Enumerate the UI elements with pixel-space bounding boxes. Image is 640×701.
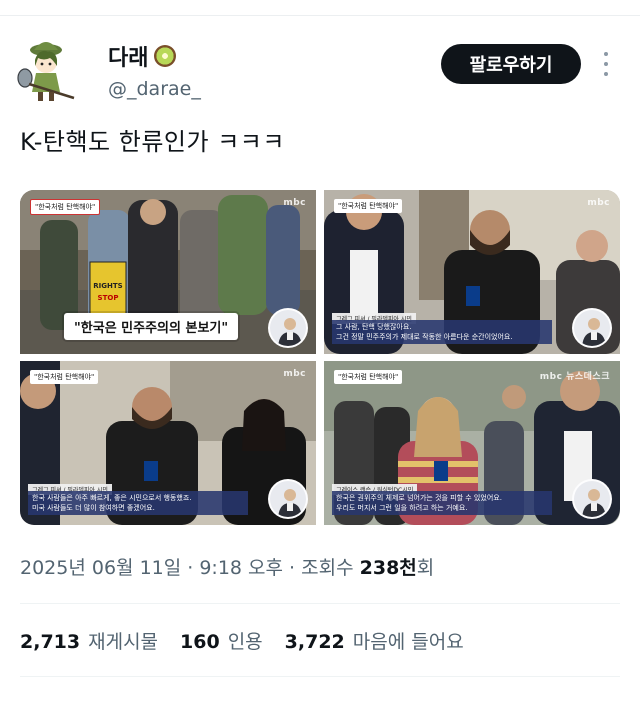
- mbc-logo: mbc 뉴스데스크: [539, 372, 610, 382]
- kiwi-emoji-icon: [154, 45, 177, 67]
- likes-label: 마음에 들어요: [352, 631, 464, 653]
- display-name[interactable]: 다래: [108, 40, 201, 72]
- more-dot: [604, 62, 608, 66]
- top-divider: [0, 15, 640, 16]
- avatar[interactable]: [16, 36, 80, 106]
- user-handle[interactable]: @_darae_: [108, 78, 201, 100]
- signer-icon: [572, 308, 612, 348]
- likes-stat[interactable]: 3,722 마음에 들어요: [285, 627, 464, 654]
- mbc-logo: mbc: [587, 198, 610, 208]
- display-name-text[interactable]: 다래: [108, 40, 148, 72]
- divider: [20, 676, 620, 677]
- more-options-icon[interactable]: [600, 52, 612, 76]
- subtitle-line: 미국 사람들도 더 많이 참여하면 좋겠어요.: [32, 504, 155, 512]
- subtitle-line: 그 사람, 탄핵 당했잖아요.: [336, 323, 412, 331]
- signer-icon: [572, 479, 612, 519]
- likes-count: 3,722: [284, 631, 345, 653]
- tweet-header: 다래 @_darae_ 팔로우하기: [16, 36, 624, 106]
- quotes-count: 160: [180, 631, 220, 653]
- retweets-stat[interactable]: 2,713 재게시물: [20, 627, 158, 654]
- news-tag: "한국처럼 탄핵해야": [30, 370, 99, 384]
- tweet-timestamp[interactable]: 2025년 06월 11일 · 9:18 오후 · 조회수 238천회: [20, 553, 434, 580]
- subtitle-line: 우리도 머지서 그런 일을 하려고 하는 거예요.: [336, 504, 468, 512]
- datetime-text[interactable]: 2025년 06월 11일 · 9:18 오후 · 조회수: [20, 557, 354, 579]
- mbc-logo: mbc: [283, 369, 306, 379]
- signer-icon: [268, 308, 308, 348]
- media-photo-1[interactable]: RIGHTS STOP "한국처럼 탄핵해야" mbc "한국은 민주주의의 본…: [20, 190, 316, 354]
- news-tag: "한국처럼 탄핵해야": [334, 370, 403, 384]
- subtitle-line: 그건 정말 민주주의가 제대로 작동한 아름다운 순간이었어요.: [336, 333, 513, 341]
- subtitle-line: 한국 사람들은 아주 빠르게, 좋은 시민으로서 행동했죠.: [32, 494, 192, 502]
- media-grid: RIGHTS STOP "한국처럼 탄핵해야" mbc "한국은 민주주의의 본…: [20, 190, 620, 525]
- svg-text:RIGHTS: RIGHTS: [93, 282, 122, 290]
- name-block: 다래 @_darae_: [108, 40, 201, 100]
- subtitle-box: 한국은 권위주의 체제로 넘어가는 것을 피할 수 있었어요. 우리도 머지서 …: [332, 491, 552, 515]
- svg-text:STOP: STOP: [98, 294, 119, 302]
- signer-icon: [268, 479, 308, 519]
- more-dot: [604, 72, 608, 76]
- news-tag: "한국처럼 탄핵해야": [30, 199, 101, 215]
- media-photo-2[interactable]: "한국처럼 탄핵해야" mbc 그레그 피셔 / 필라델피아 시민 그 사람, …: [324, 190, 620, 354]
- subtitle-box: 그 사람, 탄핵 당했잖아요. 그건 정말 민주주의가 제대로 작동한 아름다운…: [332, 320, 552, 344]
- news-tag: "한국처럼 탄핵해야": [334, 199, 403, 213]
- more-dot: [604, 52, 608, 56]
- view-count: 238천: [359, 557, 417, 579]
- retweets-count: 2,713: [20, 631, 81, 653]
- quotes-stat[interactable]: 160 인용: [180, 627, 263, 654]
- view-count-suffix: 회: [416, 557, 435, 579]
- subtitle-line: 한국은 권위주의 체제로 넘어가는 것을 피할 수 있었어요.: [336, 494, 502, 502]
- divider: [20, 603, 620, 604]
- media-photo-4[interactable]: "한국처럼 탄핵해야" mbc 뉴스데스크 그레이스 랜슨 / 워싱턴DC시민 …: [324, 361, 620, 525]
- retweets-label: 재게시물: [88, 631, 159, 653]
- subtitle-box: 한국 사람들은 아주 빠르게, 좋은 시민으로서 행동했죠. 미국 사람들도 더…: [28, 491, 248, 515]
- engagement-stats: 2,713 재게시물 160 인용 3,722 마음에 들어요: [20, 627, 486, 654]
- mbc-logo: mbc: [283, 198, 306, 208]
- news-caption: "한국은 민주주의의 본보기": [64, 313, 239, 340]
- media-photo-3[interactable]: "한국처럼 탄핵해야" mbc 그레그 피셔 / 필라델피아 시민 한국 사람들…: [20, 361, 316, 525]
- follow-button[interactable]: 팔로우하기: [441, 44, 581, 84]
- tweet-text: K-탄핵도 한류인가 ㅋㅋㅋ: [20, 128, 285, 156]
- quotes-label: 인용: [227, 631, 263, 653]
